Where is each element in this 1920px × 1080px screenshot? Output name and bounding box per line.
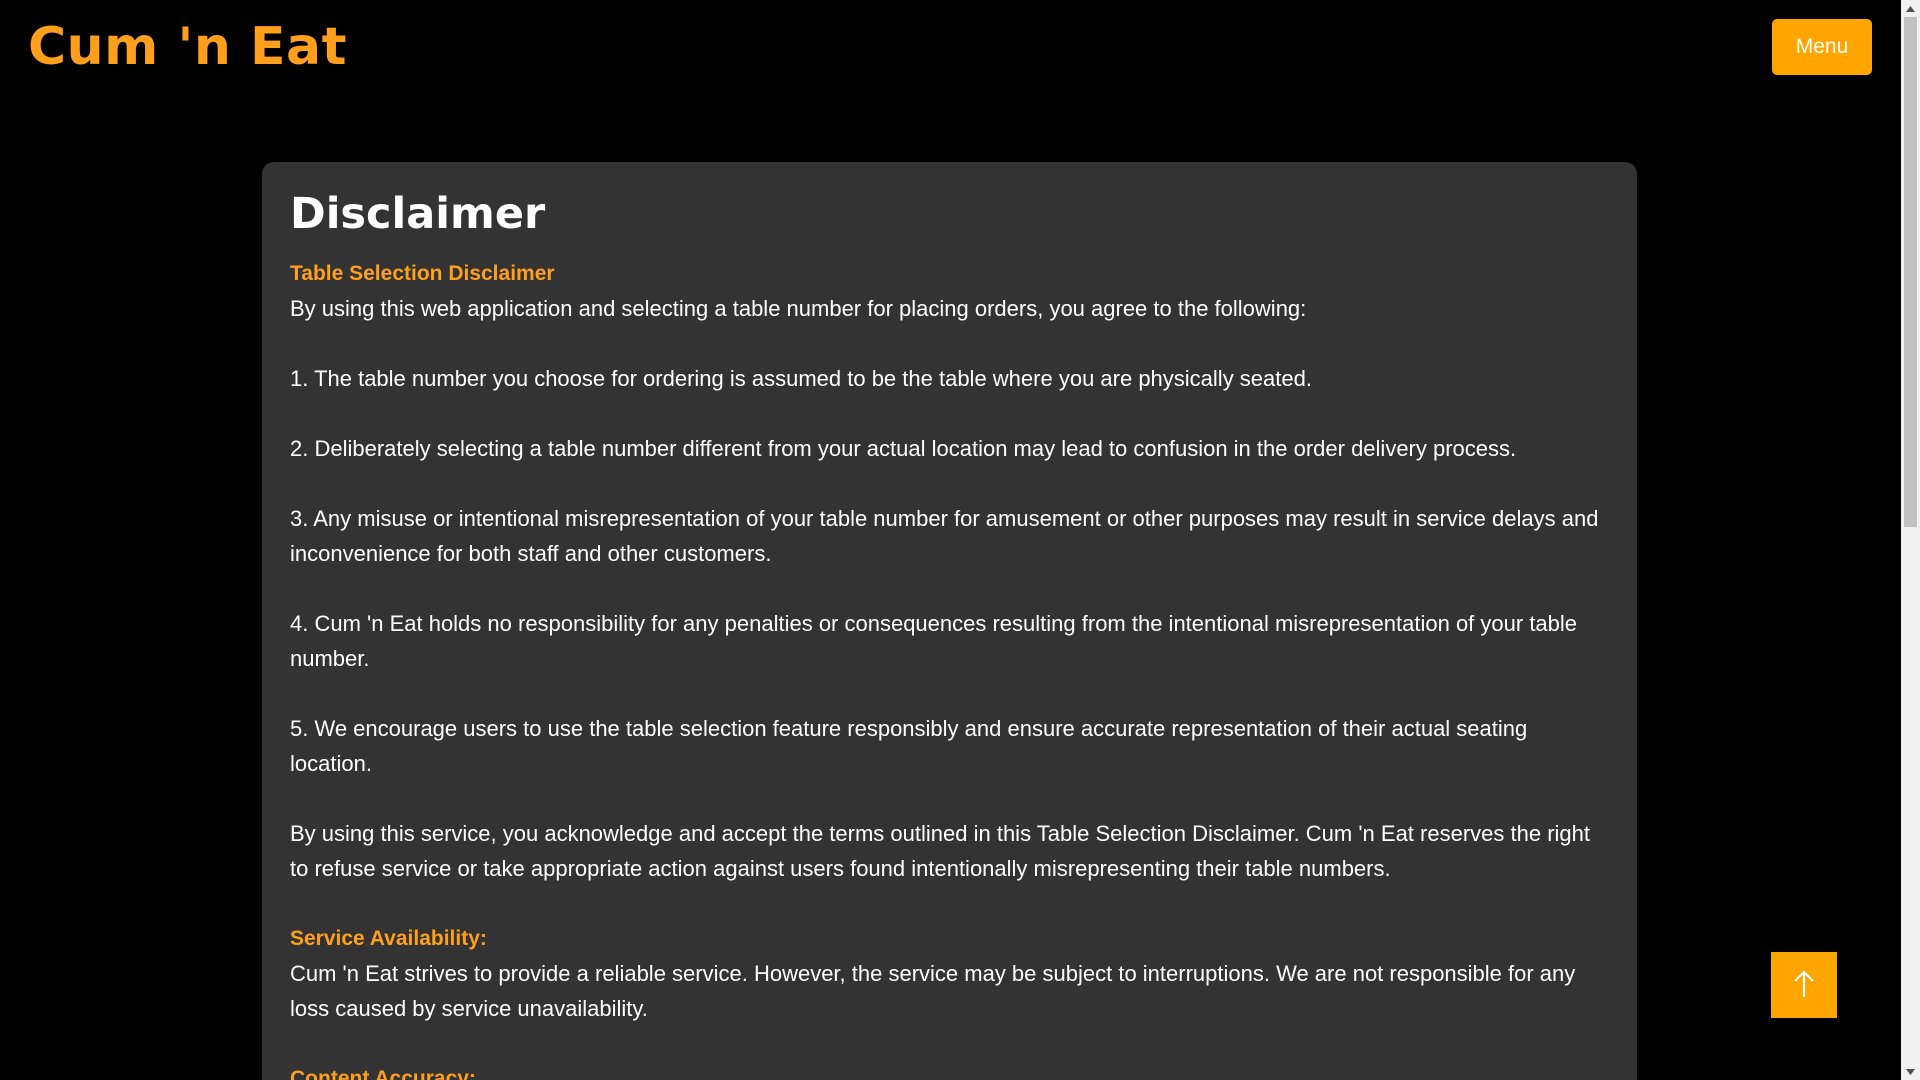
brand-logo[interactable]: Cum 'n Eat bbox=[28, 12, 347, 82]
section-heading-table-selection: Table Selection Disclaimer bbox=[290, 262, 555, 285]
section-intro: By using this web application and select… bbox=[290, 296, 1307, 321]
scrollbar-down-arrow-icon[interactable] bbox=[1901, 1063, 1920, 1080]
scrollbar-thumb[interactable] bbox=[1904, 17, 1917, 527]
list-item: 5. We encourage users to use the table s… bbox=[290, 716, 1528, 776]
list-item: 2. Deliberately selecting a table number… bbox=[290, 436, 1517, 461]
list-item: 1. The table number you choose for order… bbox=[290, 366, 1312, 391]
page: Cum 'n Eat Menu Disclaimer Table Selecti… bbox=[0, 0, 1920, 1080]
list-item: 3. Any misuse or intentional misrepresen… bbox=[290, 506, 1599, 566]
page-title: Disclaimer bbox=[290, 189, 546, 239]
scrollbar[interactable] bbox=[1901, 0, 1920, 1080]
scroll-to-top-button[interactable] bbox=[1771, 952, 1837, 1018]
section-heading-service-availability: Service Availability: bbox=[290, 927, 487, 950]
disclaimer-card: Disclaimer Table Selection Disclaimer By… bbox=[262, 162, 1637, 1080]
section-body: Cum 'n Eat strives to provide a reliable… bbox=[290, 961, 1576, 1021]
list-item: 4. Cum 'n Eat holds no responsibility fo… bbox=[290, 611, 1578, 671]
section-closing: By using this service, you acknowledge a… bbox=[290, 821, 1590, 881]
section-heading-content-accuracy: Content Accuracy: bbox=[290, 1067, 476, 1080]
menu-button[interactable]: Menu bbox=[1772, 19, 1872, 75]
arrow-up-icon bbox=[1792, 969, 1816, 1002]
scrollbar-up-arrow-icon[interactable] bbox=[1901, 0, 1920, 17]
